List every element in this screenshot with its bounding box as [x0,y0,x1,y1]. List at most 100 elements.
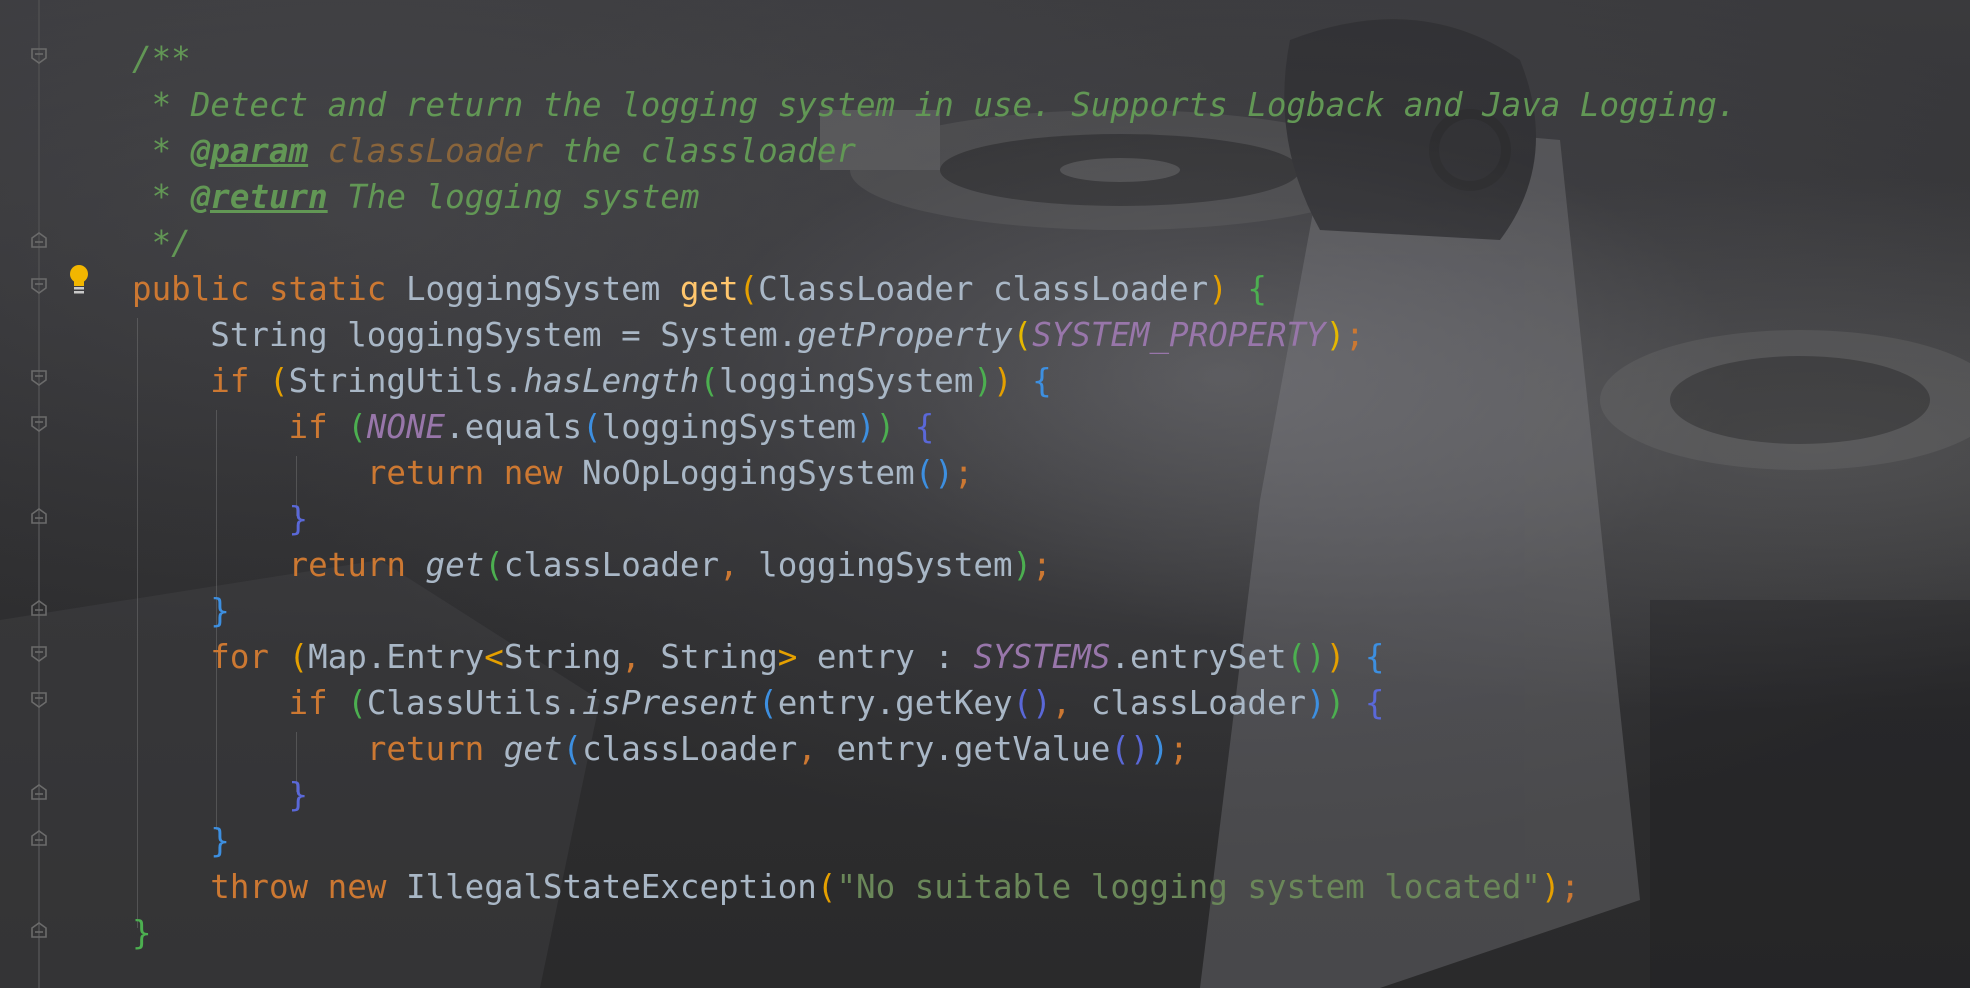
fold-end-icon[interactable] [31,232,47,248]
code-token: * [132,132,191,170]
fold-toggle-icon[interactable] [31,692,47,708]
code-line[interactable]: for (Map.Entry<String, String> entry : S… [132,634,1384,680]
code-token: classLoader [503,546,720,584]
code-token: for [210,638,289,676]
fold-end-icon[interactable] [31,508,47,524]
code-token: @param [190,132,309,170]
code-token: IllegalStateException [405,868,817,906]
lightbulb-icon[interactable] [68,264,90,296]
fold-end-icon[interactable] [31,600,47,616]
code-token: } [210,592,230,630]
code-line[interactable]: * Detect and return the logging system i… [132,82,1737,128]
fold-toggle-icon[interactable] [31,416,47,432]
code-token: < [484,638,504,676]
code-line[interactable]: /** [132,36,191,82]
code-token: } [288,500,309,538]
code-token: ; [1345,316,1365,354]
code-token: loggingSystem [719,362,974,400]
code-line[interactable]: return get(classLoader, loggingSystem); [132,542,1052,588]
code-line[interactable]: } [132,910,152,956]
fold-toggle-icon[interactable] [31,646,47,662]
code-token: NoOpLoggingSystem [582,454,915,492]
code-token: isPresent [582,684,759,722]
code-token: public static [132,270,406,308]
code-token: , [797,730,837,768]
code-token: The logging system [327,178,700,216]
code-token: { [1247,270,1267,308]
code-token: get [503,730,563,768]
code-token: ) [993,362,1013,400]
code-line[interactable]: } [132,772,309,818]
code-line[interactable]: if (StringUtils.hasLength(loggingSystem)… [132,358,1051,404]
code-token: */ [132,224,191,262]
code-token: return new [366,454,583,492]
fold-toggle-icon[interactable] [31,370,47,386]
code-token: ) [1012,546,1033,584]
code-token: Map.Entry [308,638,485,676]
code-token: String [503,638,622,676]
code-token: ( [1012,316,1033,354]
code-line[interactable]: * @param classLoader the classloader [132,128,856,174]
code-token: if [288,408,348,446]
code-line[interactable]: } [132,818,230,864]
code-token: ( [816,868,837,906]
code-line[interactable]: String loggingSystem = System.getPropert… [132,312,1365,358]
code-token: , [719,546,759,584]
code-token: return [366,730,504,768]
fold-end-icon[interactable] [31,784,47,800]
fold-end-icon[interactable] [31,830,47,846]
code-token: String [660,638,778,676]
code-line[interactable]: if (NONE.equals(loggingSystem)) { [132,404,935,450]
code-line[interactable]: */ [132,220,191,266]
code-token: ( [484,546,504,584]
code-token: { [1364,638,1385,676]
code-token: classLoader [327,132,543,170]
code-token: ( [582,408,602,446]
fold-end-icon[interactable] [31,922,47,938]
code-line[interactable]: if (ClassUtils.isPresent(entry.getKey(),… [132,680,1385,726]
fold-toggle-icon[interactable] [31,278,47,294]
code-token: entry.getKey [777,684,1013,722]
code-token: if [210,362,269,400]
code-token: , [1051,684,1091,722]
code-token: ) [1325,684,1346,722]
code-token: ; [1169,730,1189,768]
code-token: () [1286,638,1326,676]
code-token: .entrySet [1110,638,1287,676]
code-token: { [914,408,935,446]
code-token: } [288,776,309,814]
code-token: ) [1149,730,1170,768]
fold-toggle-icon[interactable] [31,48,47,64]
code-line[interactable]: * @return The logging system [132,174,700,220]
code-token: ( [347,684,367,722]
code-line[interactable]: return new NoOpLoggingSystem(); [132,450,974,496]
code-token: NONE [366,408,446,446]
code-editor[interactable]: /** * Detect and return the logging syst… [0,0,1970,988]
code-line[interactable]: } [132,588,230,634]
code-token: /** [132,40,191,78]
code-token: * Detect and return the logging system i… [132,86,1737,124]
code-token: () [914,454,954,492]
code-token: ) [1208,270,1228,308]
code-token: } [132,914,152,952]
code-line[interactable]: throw new IllegalStateException("No suit… [132,864,1580,910]
code-token: > [777,638,798,676]
code-line[interactable]: public static LoggingSystem get(ClassLoa… [132,266,1267,312]
code-token: entry.getValue [836,730,1111,768]
code-line[interactable]: return get(classLoader, entry.getValue()… [132,726,1189,772]
code-token: .equals [445,408,583,446]
code-token: if [288,684,348,722]
code-token: return [288,546,426,584]
code-line[interactable]: } [132,496,309,542]
code-token: } [210,822,230,860]
